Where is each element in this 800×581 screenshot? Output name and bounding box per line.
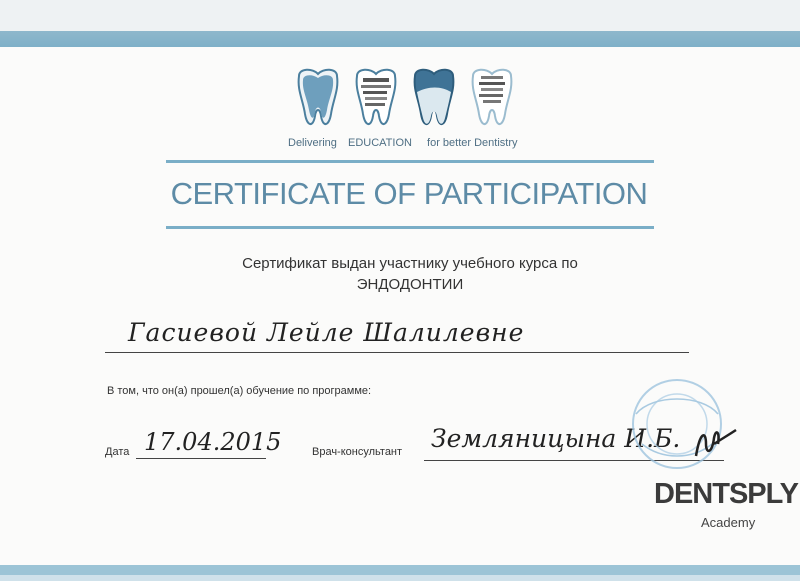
issued-line-1: Сертификат выдан участнику учебного курс… xyxy=(242,255,578,272)
tagline-part-1: Delivering xyxy=(288,137,337,149)
issued-statement: Сертификат выдан участнику учебного курс… xyxy=(200,253,620,295)
tagline-part-2: EDUCATION xyxy=(347,137,412,149)
tooth-logo-2 xyxy=(355,68,397,125)
name-underline xyxy=(105,352,689,353)
course-name: ЭНДОДОНТИИ xyxy=(356,276,464,293)
consultant-label: Врач-консультант xyxy=(312,446,403,458)
header-logos xyxy=(293,66,523,134)
participant-name: Гасиевой Лейле Шалилевне xyxy=(128,318,525,347)
top-band xyxy=(0,0,800,47)
signature-mark xyxy=(694,428,737,457)
date-label: Дата xyxy=(105,446,130,458)
title-rule-top xyxy=(166,160,654,163)
bottom-band xyxy=(0,565,800,581)
date-underline xyxy=(136,458,266,459)
brand-academy: Academy xyxy=(701,515,756,530)
brand-name: DENTSPLY xyxy=(654,478,799,510)
tooth-logo-3 xyxy=(413,68,455,125)
title-rule-bottom xyxy=(166,226,654,229)
tagline-part-3: for better Dentistry xyxy=(427,137,518,149)
program-text: В том, что он(а) прошел(а) обучение по п… xyxy=(107,385,372,397)
tooth-logo-1 xyxy=(297,68,339,125)
date-value: 17.04.2015 xyxy=(144,428,282,456)
certificate-title: CERTIFICATE OF PARTICIPATION xyxy=(170,176,648,211)
tagline: Delivering EDUCATION for better Dentistr… xyxy=(282,137,522,149)
tooth-logo-4 xyxy=(471,68,513,125)
